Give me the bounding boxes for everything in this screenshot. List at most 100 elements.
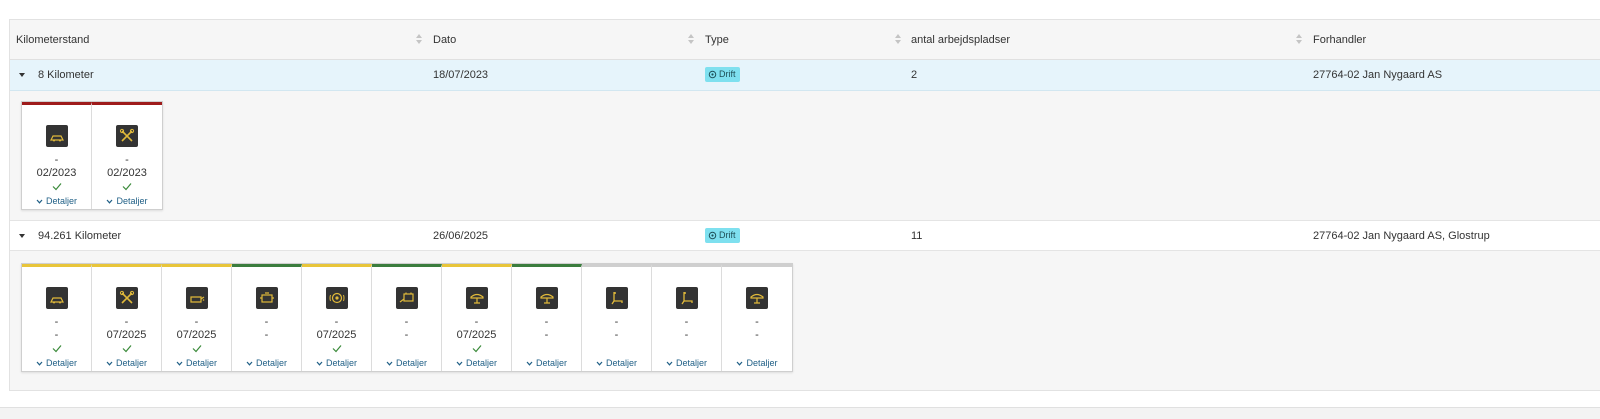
car-icon: [46, 287, 68, 309]
details-label: Detaljer: [605, 358, 637, 368]
type-badge: Drift: [705, 228, 740, 243]
gear-icon: [708, 70, 717, 79]
engine-icon: [256, 287, 278, 309]
wiper-icon: [536, 287, 558, 309]
chevron-down-icon: [596, 361, 603, 366]
check-icon: [52, 345, 62, 353]
service-card: - - Detaljer: [372, 264, 442, 371]
details-toggle[interactable]: Detaljer: [582, 357, 651, 369]
chevron-down-icon: [36, 199, 43, 204]
service-card-line-2: 02/2023: [36, 167, 77, 179]
details-label: Detaljer: [325, 358, 357, 368]
caret-down-icon[interactable]: [19, 234, 25, 238]
service-card: -07/2025 Detaljer: [442, 264, 512, 371]
chevron-down-icon: [526, 361, 533, 366]
column-header-type[interactable]: Type: [705, 20, 729, 60]
sort-icon[interactable]: [1296, 34, 1302, 46]
page-footer-divider: [0, 407, 1600, 419]
service-card-line-2: 07/2025: [176, 329, 217, 341]
details-toggle[interactable]: Detaljer: [162, 357, 231, 369]
details-toggle[interactable]: Detaljer: [92, 195, 162, 207]
details-toggle[interactable]: Detaljer: [442, 357, 511, 369]
service-card-line-2: -: [544, 329, 549, 341]
sort-icon[interactable]: [688, 34, 694, 46]
table-header: Kilometerstand Dato Type antal arbejdspl…: [10, 20, 1600, 60]
antal-value: 2: [911, 69, 918, 81]
type-badge: Drift: [705, 67, 740, 82]
details-label: Detaljer: [45, 358, 77, 368]
type-badge-label: Drift: [719, 230, 736, 240]
details-toggle[interactable]: Detaljer: [22, 195, 91, 207]
brake-icon: [326, 287, 348, 309]
service-card: -07/2025 Detaljer: [162, 264, 232, 371]
details-toggle[interactable]: Detaljer: [232, 357, 301, 369]
service-card-line-2: 02/2023: [107, 167, 147, 179]
oil-can-icon: [186, 287, 208, 309]
service-card: - - Detaljer: [722, 264, 792, 371]
details-toggle[interactable]: Detaljer: [722, 357, 792, 369]
gear-icon: [708, 231, 717, 240]
details-toggle[interactable]: Detaljer: [652, 357, 721, 369]
column-header-antal[interactable]: antal arbejdspladser: [911, 20, 1010, 60]
chevron-down-icon: [456, 361, 463, 366]
service-card: - - Detaljer: [232, 264, 302, 371]
service-card-line-2: 07/2025: [106, 329, 147, 341]
details-label: Detaljer: [116, 196, 148, 206]
kilometer-value: 94.261 Kilometer: [38, 230, 122, 242]
service-card-line-2: -: [264, 329, 269, 341]
wiper-icon: [746, 287, 768, 309]
service-card: - - Detaljer: [512, 264, 582, 371]
details-toggle[interactable]: Detaljer: [302, 357, 371, 369]
check-icon: [122, 345, 132, 353]
service-card: -07/2025 Detaljer: [302, 264, 372, 371]
service-card: - - Detaljer: [652, 264, 722, 371]
column-header-kilometerstand[interactable]: Kilometerstand: [16, 20, 89, 60]
antal-value: 11: [911, 230, 923, 242]
kilometer-value: 8 Kilometer: [38, 69, 94, 81]
chevron-down-icon: [737, 361, 743, 366]
seat-icon: [676, 287, 698, 309]
chevron-down-icon: [176, 361, 183, 366]
sort-icon[interactable]: [416, 34, 422, 46]
details-label: Detaljer: [746, 358, 778, 368]
service-card: - - Detaljer: [22, 264, 92, 371]
service-card-line-2: -: [54, 329, 59, 341]
details-label: Detaljer: [675, 358, 707, 368]
caret-down-icon[interactable]: [19, 73, 25, 77]
service-card-line-2: -: [755, 329, 759, 341]
tools-icon: [116, 125, 138, 147]
service-card-line-2: 07/2025: [316, 329, 357, 341]
check-icon: [192, 345, 202, 353]
tools-icon: [116, 287, 138, 309]
table-row[interactable]: 8 Kilometer 18/07/2023 Drift 2 27764-02 …: [10, 60, 1600, 91]
details-toggle[interactable]: Detaljer: [92, 357, 161, 369]
check-icon: [332, 345, 342, 353]
details-label: Detaljer: [255, 358, 287, 368]
service-cards-row-1: -02/2023 Detaljer -02/2023 Detaljer: [21, 101, 163, 210]
forhandler-value: 27764-02 Jan Nygaard AS: [1313, 69, 1443, 81]
column-header-forhandler[interactable]: Forhandler: [1313, 20, 1366, 60]
service-card: -02/2023 Detaljer: [92, 102, 162, 209]
car-icon: [46, 125, 68, 147]
date-value: 18/07/2023: [433, 69, 489, 81]
battery-icon: [396, 287, 418, 309]
details-toggle[interactable]: Detaljer: [22, 357, 91, 369]
seat-icon: [606, 287, 628, 309]
details-label: Detaljer: [45, 196, 77, 206]
service-card-line-2: 07/2025: [456, 329, 497, 341]
chevron-down-icon: [246, 361, 253, 366]
sort-icon[interactable]: [895, 34, 901, 46]
details-toggle[interactable]: Detaljer: [512, 357, 581, 369]
table-row[interactable]: 94.261 Kilometer 26/06/2025 Drift 11 277…: [10, 220, 1600, 251]
forhandler-value: 27764-02 Jan Nygaard AS, Glostrup: [1313, 230, 1490, 242]
type-badge-label: Drift: [719, 69, 736, 79]
details-toggle[interactable]: Detaljer: [372, 357, 441, 369]
service-card: -02/2023 Detaljer: [22, 102, 92, 209]
column-header-dato[interactable]: Dato: [433, 20, 456, 60]
service-history-table: Kilometerstand Dato Type antal arbejdspl…: [9, 19, 1600, 391]
service-card-line-2: -: [684, 329, 689, 341]
details-label: Detaljer: [535, 358, 567, 368]
chevron-down-icon: [666, 361, 673, 366]
service-card: -07/2025 Detaljer: [92, 264, 162, 371]
details-label: Detaljer: [185, 358, 217, 368]
